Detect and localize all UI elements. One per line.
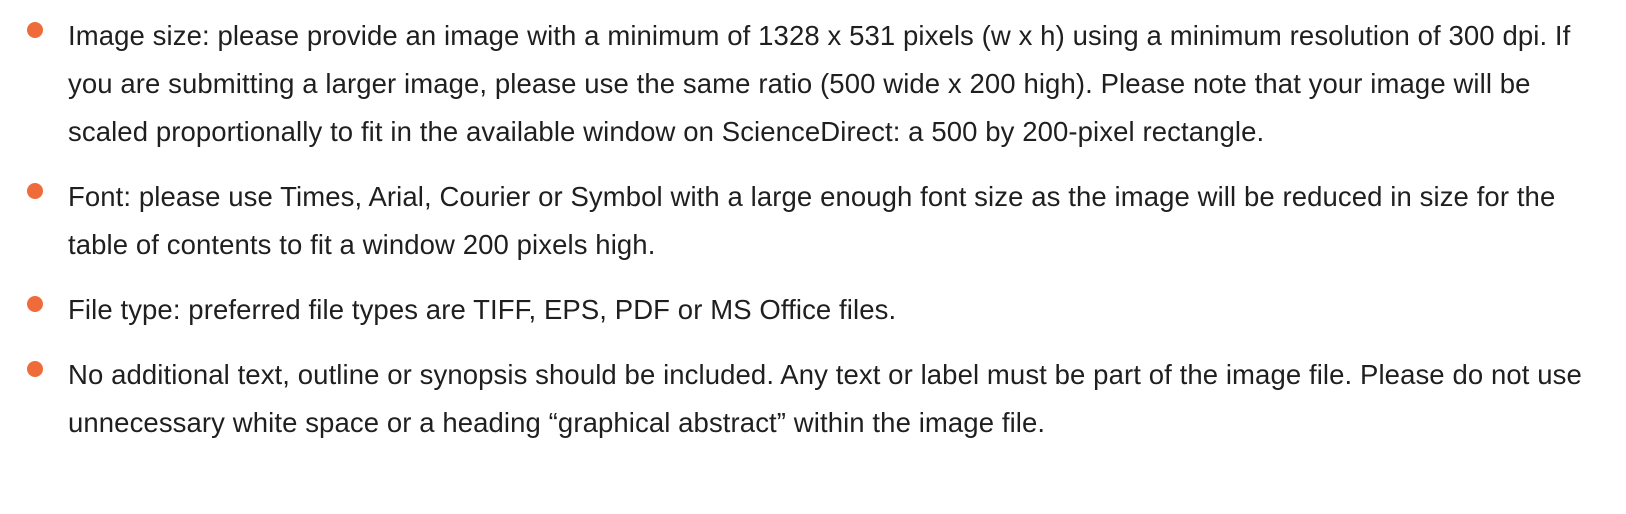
list-item-no-additional-text: No additional text, outline or synopsis … (27, 351, 1586, 447)
list-item-text: Image size: please provide an image with… (68, 20, 1571, 147)
list-item-image-size: Image size: please provide an image with… (27, 12, 1586, 156)
list-item-text: Font: please use Times, Arial, Courier o… (68, 181, 1556, 260)
guidelines-list: Image size: please provide an image with… (0, 0, 1626, 447)
list-item-font: Font: please use Times, Arial, Courier o… (27, 173, 1586, 269)
bullet-dot-icon (27, 183, 43, 199)
bullet-dot-icon (27, 361, 43, 377)
bullet-dot-icon (27, 296, 43, 312)
list-item-text: No additional text, outline or synopsis … (68, 359, 1582, 438)
bullet-dot-icon (27, 22, 43, 38)
list-item-text: File type: preferred file types are TIFF… (68, 294, 897, 325)
list-item-file-type: File type: preferred file types are TIFF… (27, 286, 1586, 334)
